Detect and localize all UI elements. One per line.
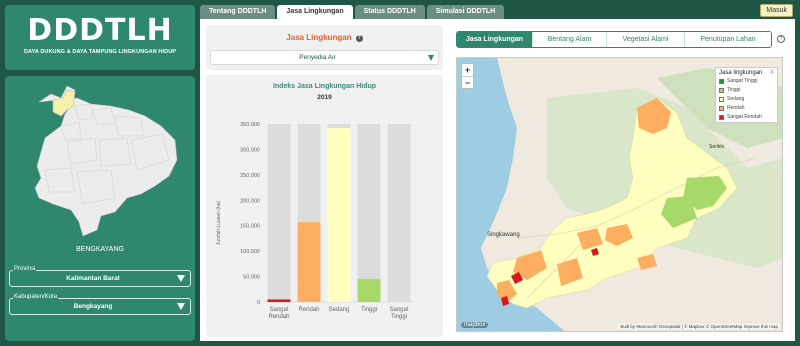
x-tick-label: Tinggi — [361, 307, 377, 313]
service-select-value: Penyedia Air — [299, 54, 336, 61]
zoom-control: + − — [461, 63, 474, 89]
legend-items: Sangat Tinggi Tinggi Sedang Rendah Sangat Re… — [719, 77, 774, 121]
bar-background — [387, 124, 411, 302]
legend-title: Jasa lingkungan — [719, 70, 763, 76]
close-icon[interactable]: X — [770, 70, 774, 76]
legend-label: Sangat Rendah — [727, 114, 762, 120]
legend-swatch — [719, 114, 724, 120]
y-tick-label: 100.000 — [240, 249, 260, 255]
x-tick-label: Sangat — [269, 307, 288, 313]
x-tick-label: Rendah — [298, 307, 319, 313]
bar-background — [267, 124, 291, 302]
tab-simulasi[interactable]: Simulasi DDDTLH — [426, 5, 505, 19]
y-tick-label: 250.000 — [240, 173, 260, 179]
legend-label: Tinggi — [727, 87, 741, 93]
tab-tentang[interactable]: Tentang DDDTLH — [200, 5, 276, 19]
legend-item: Rendah — [719, 104, 774, 112]
legend-swatch — [719, 87, 724, 93]
x-tick-label: Sedang — [329, 307, 350, 313]
y-tick-label: 150.000 — [240, 224, 260, 230]
regency-select[interactable]: Kabupaten/Kota Bengkayang — [9, 294, 191, 315]
service-select[interactable]: Penyedia Air — [210, 50, 439, 65]
province-select[interactable]: Provinsi Kalimantan Barat — [9, 266, 191, 287]
logo-title: DDDTLH — [27, 13, 173, 48]
map-tabs: Jasa Lingkungan Bentang Alam Vegetasi Al… — [456, 31, 772, 48]
tab-status[interactable]: Status DDDTLH — [354, 5, 425, 19]
legend-swatch — [719, 105, 724, 111]
tab-jasa-lingkungan[interactable]: Jasa Lingkungan — [277, 5, 353, 19]
legend-item: Sangat Rendah — [719, 113, 774, 121]
legend-label: Sangat Tinggi — [727, 78, 758, 84]
left-panel: Jasa Lingkungan ? Penyedia Air Indeks Ja… — [206, 25, 443, 337]
y-tick-label: 300.000 — [240, 147, 260, 153]
mapbox-logo[interactable]: mapbox — [461, 322, 489, 328]
province-mini-map[interactable] — [31, 80, 181, 240]
map-view[interactable]: + − Jasa lingkungan X Sangat Tinggi Tingg… — [456, 57, 783, 332]
place-label-serikin: Serikin — [709, 144, 725, 150]
main-content: Jasa Lingkungan ? Penyedia Air Indeks Ja… — [200, 19, 795, 341]
service-selector-card: Jasa Lingkungan ? Penyedia Air — [206, 25, 443, 70]
y-tick-label: 350.000 — [240, 122, 260, 128]
bar — [357, 279, 381, 302]
map-attribution[interactable]: Built by Mannoonh Geospatial | © Mapbox … — [618, 324, 780, 329]
legend-label: Sedang — [727, 96, 745, 102]
region-name: BENGKAYANG — [76, 246, 124, 253]
bar — [297, 222, 321, 302]
legend-swatch — [719, 96, 724, 102]
y-tick-label: 200.000 — [240, 198, 260, 204]
map-tab-penutupan-lahan[interactable]: Penutupan Lahan — [685, 32, 771, 47]
x-tick-label: Tinggi — [391, 314, 407, 320]
bar-chart: 0 50.000 100.000 150.000 200.000 250.000 300.0… — [216, 122, 414, 320]
login-button[interactable]: Masuk — [760, 4, 793, 17]
map-tab-bentang-alam[interactable]: Bentang Alam — [533, 32, 607, 47]
map-tab-jasa-lingkungan[interactable]: Jasa Lingkungan — [457, 32, 533, 47]
bar-background — [357, 124, 381, 302]
y-axis-label: Jumlah Luasan (ha) — [216, 201, 222, 246]
bar — [267, 299, 291, 302]
regency-select-value: Bengkayang — [73, 303, 113, 310]
legend-item: Sangat Tinggi — [719, 77, 774, 85]
chevron-down-icon — [177, 303, 185, 310]
regency-select-label: Kabupaten/Kota — [13, 294, 59, 301]
logo-subtitle: DAYA DUKUNG & DAYA TAMPUNG LINGKUNGAN HI… — [23, 49, 177, 55]
x-tick-label: Sangat — [389, 307, 408, 313]
place-label-singkawang: Singkawang — [487, 232, 520, 238]
legend-item: Sedang — [719, 95, 774, 103]
sidebar: DDDTLH DAYA DUKUNG & DAYA TAMPUNG LINGKU… — [5, 5, 195, 341]
help-icon[interactable]: ? — [777, 35, 785, 43]
service-title-row: Jasa Lingkungan ? — [206, 33, 443, 42]
chevron-down-icon — [177, 275, 185, 282]
x-tick-label: Rendah — [268, 314, 289, 320]
legend-swatch — [719, 78, 724, 84]
bar — [327, 128, 351, 302]
logo: DDDTLH DAYA DUKUNG & DAYA TAMPUNG LINGKU… — [5, 5, 195, 70]
y-tick-label: 50.000 — [243, 275, 260, 281]
region-panel: BENGKAYANG Provinsi Kalimantan Barat Kab… — [5, 76, 195, 341]
map-legend: Jasa lingkungan X Sangat Tinggi Tinggi Sed… — [715, 67, 778, 123]
legend-item: Tinggi — [719, 86, 774, 94]
map-tab-vegetasi-alami[interactable]: Vegetasi Alami — [607, 32, 685, 47]
y-tick-label: 0 — [257, 300, 260, 306]
main-tabs: Tentang DDDTLH Jasa Lingkungan Status DD… — [200, 5, 505, 19]
chevron-down-icon — [428, 55, 434, 61]
zoom-in-button[interactable]: + — [462, 64, 473, 76]
legend-label: Rendah — [727, 105, 745, 111]
app-root: DDDTLH DAYA DUKUNG & DAYA TAMPUNG LINGKU… — [0, 0, 800, 346]
service-title: Jasa Lingkungan — [286, 33, 352, 42]
zoom-out-button[interactable]: − — [462, 76, 473, 88]
right-panel: Jasa Lingkungan Bentang Alam Vegetasi Al… — [456, 25, 790, 337]
chart-card: Indeks Jasa Lingkungan Hidup 2019 0 50.00… — [206, 75, 443, 337]
help-icon[interactable]: ? — [355, 35, 363, 42]
province-select-label: Provinsi — [13, 266, 37, 273]
province-select-value: Kalimantan Barat — [66, 275, 120, 282]
